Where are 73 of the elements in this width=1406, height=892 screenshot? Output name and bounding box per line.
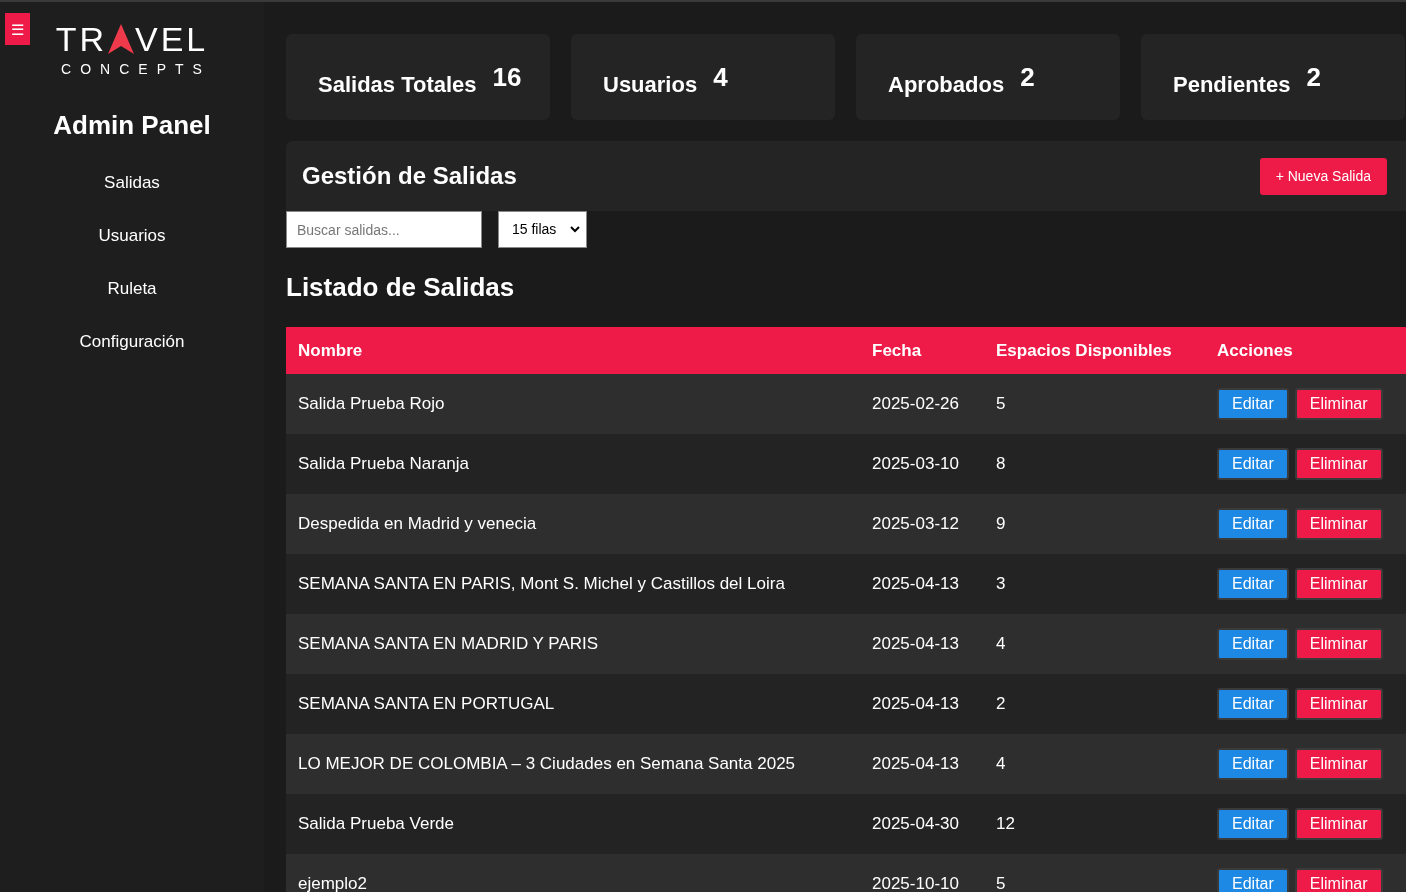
table-cell-text: 8: [996, 453, 1007, 476]
table-cell-text: 2025-04-13: [872, 693, 960, 716]
column-header: Nombre: [298, 339, 364, 362]
delete-button[interactable]: Eliminar: [1294, 688, 1383, 720]
stat-value: 16: [492, 60, 522, 94]
logo-text: VEL: [135, 22, 209, 56]
logo-text: TR: [55, 22, 107, 56]
delete-button[interactable]: Eliminar: [1294, 448, 1383, 480]
delete-button[interactable]: Eliminar: [1294, 748, 1383, 780]
table-cell-text: 4: [996, 633, 1007, 656]
sidebar-link[interactable]: Salidas: [104, 171, 160, 194]
delete-button[interactable]: Eliminar: [1294, 508, 1383, 540]
table-cell-text: 2025-03-12: [872, 513, 960, 536]
sidebar-link[interactable]: Configuración: [79, 330, 185, 353]
table-cell-text: 2025-04-13: [872, 573, 960, 596]
edit-button[interactable]: Editar: [1217, 808, 1289, 840]
sidebar-link[interactable]: Usuarios: [98, 224, 166, 247]
edit-button[interactable]: Editar: [1217, 508, 1289, 540]
table-cell-text: SEMANA SANTA EN PORTUGAL: [298, 693, 556, 716]
table-cell-text: 12: [996, 813, 1016, 836]
edit-button[interactable]: Editar: [1217, 448, 1289, 480]
table-cell-text: SEMANA SANTA EN MADRID Y PARIS: [298, 633, 600, 656]
menu-button[interactable]: ☰: [5, 13, 30, 45]
stat-value: 4: [713, 60, 728, 94]
rows-select[interactable]: 15 filas: [498, 211, 587, 248]
table-cell-text: 2025-03-10: [872, 453, 960, 476]
stat-label: Salidas Totales: [318, 70, 477, 99]
stat-label: Pendientes: [1173, 70, 1291, 99]
table-cell-text: SEMANA SANTA EN PARIS, Mont S. Michel y Castillos del Loira: [298, 573, 786, 596]
table-cell-text: Salida Prueba Rojo: [298, 393, 446, 416]
table-cell-text: ejemplo2: [298, 873, 368, 892]
stat-label: Usuarios: [603, 70, 698, 99]
column-header: Espacios Disponibles: [996, 339, 1173, 362]
table-cell-text: LO MEJOR DE COLOMBIA – 3 Ciudades en Semana Santa 2025: [298, 753, 797, 776]
new-trip-button[interactable]: + Nueva Salida: [1259, 157, 1387, 195]
column-header: Fecha: [872, 339, 923, 362]
chevron-icon: [570, 226, 580, 233]
table-cell-text: 3: [996, 573, 1007, 596]
stat-label: Aprobados: [888, 70, 1005, 99]
list-title: Listado de Salidas: [286, 271, 516, 304]
delete-button[interactable]: Eliminar: [1294, 568, 1383, 600]
edit-button[interactable]: Editar: [1217, 748, 1289, 780]
delete-button[interactable]: Eliminar: [1294, 388, 1383, 420]
section-title: Gestión de Salidas: [302, 161, 517, 191]
table-cell-text: 2: [996, 693, 1007, 716]
table-cell-text: 2025-02-26: [872, 393, 960, 416]
arrowhead-icon: [108, 24, 134, 54]
table-cell-text: Salida Prueba Verde: [298, 813, 455, 836]
table-cell-text: Despedida en Madrid y venecia: [298, 513, 538, 536]
table-cell-text: 4: [996, 753, 1007, 776]
search-field[interactable]: Buscar salidas...: [286, 211, 482, 248]
table-cell-text: 9: [996, 513, 1007, 536]
edit-button[interactable]: Editar: [1217, 388, 1289, 420]
table-cell-text: 2025-10-10: [872, 873, 960, 892]
edit-button[interactable]: Editar: [1217, 628, 1289, 660]
edit-button[interactable]: Editar: [1217, 568, 1289, 600]
edit-button[interactable]: Editar: [1217, 688, 1289, 720]
sidebar-link[interactable]: Ruleta: [107, 277, 157, 300]
panel-title: Admin Panel: [53, 109, 211, 142]
edit-button[interactable]: Editar: [1217, 868, 1289, 892]
table-cell-text: 5: [996, 393, 1007, 416]
stat-value: 2: [1020, 60, 1035, 94]
table-cell-text: 2025-04-30: [872, 813, 960, 836]
table-cell-text: 2025-04-13: [872, 633, 960, 656]
delete-button[interactable]: Eliminar: [1294, 868, 1383, 892]
table-cell-text: Salida Prueba Naranja: [298, 453, 471, 476]
delete-button[interactable]: Eliminar: [1294, 808, 1383, 840]
logo-subtitle: CONCEPTS: [61, 60, 211, 79]
stat-value: 2: [1306, 60, 1321, 94]
table-cell-text: 5: [996, 873, 1007, 892]
column-header: Acciones: [1217, 339, 1294, 362]
delete-button[interactable]: Eliminar: [1294, 628, 1383, 660]
table-cell-text: 2025-04-13: [872, 753, 960, 776]
